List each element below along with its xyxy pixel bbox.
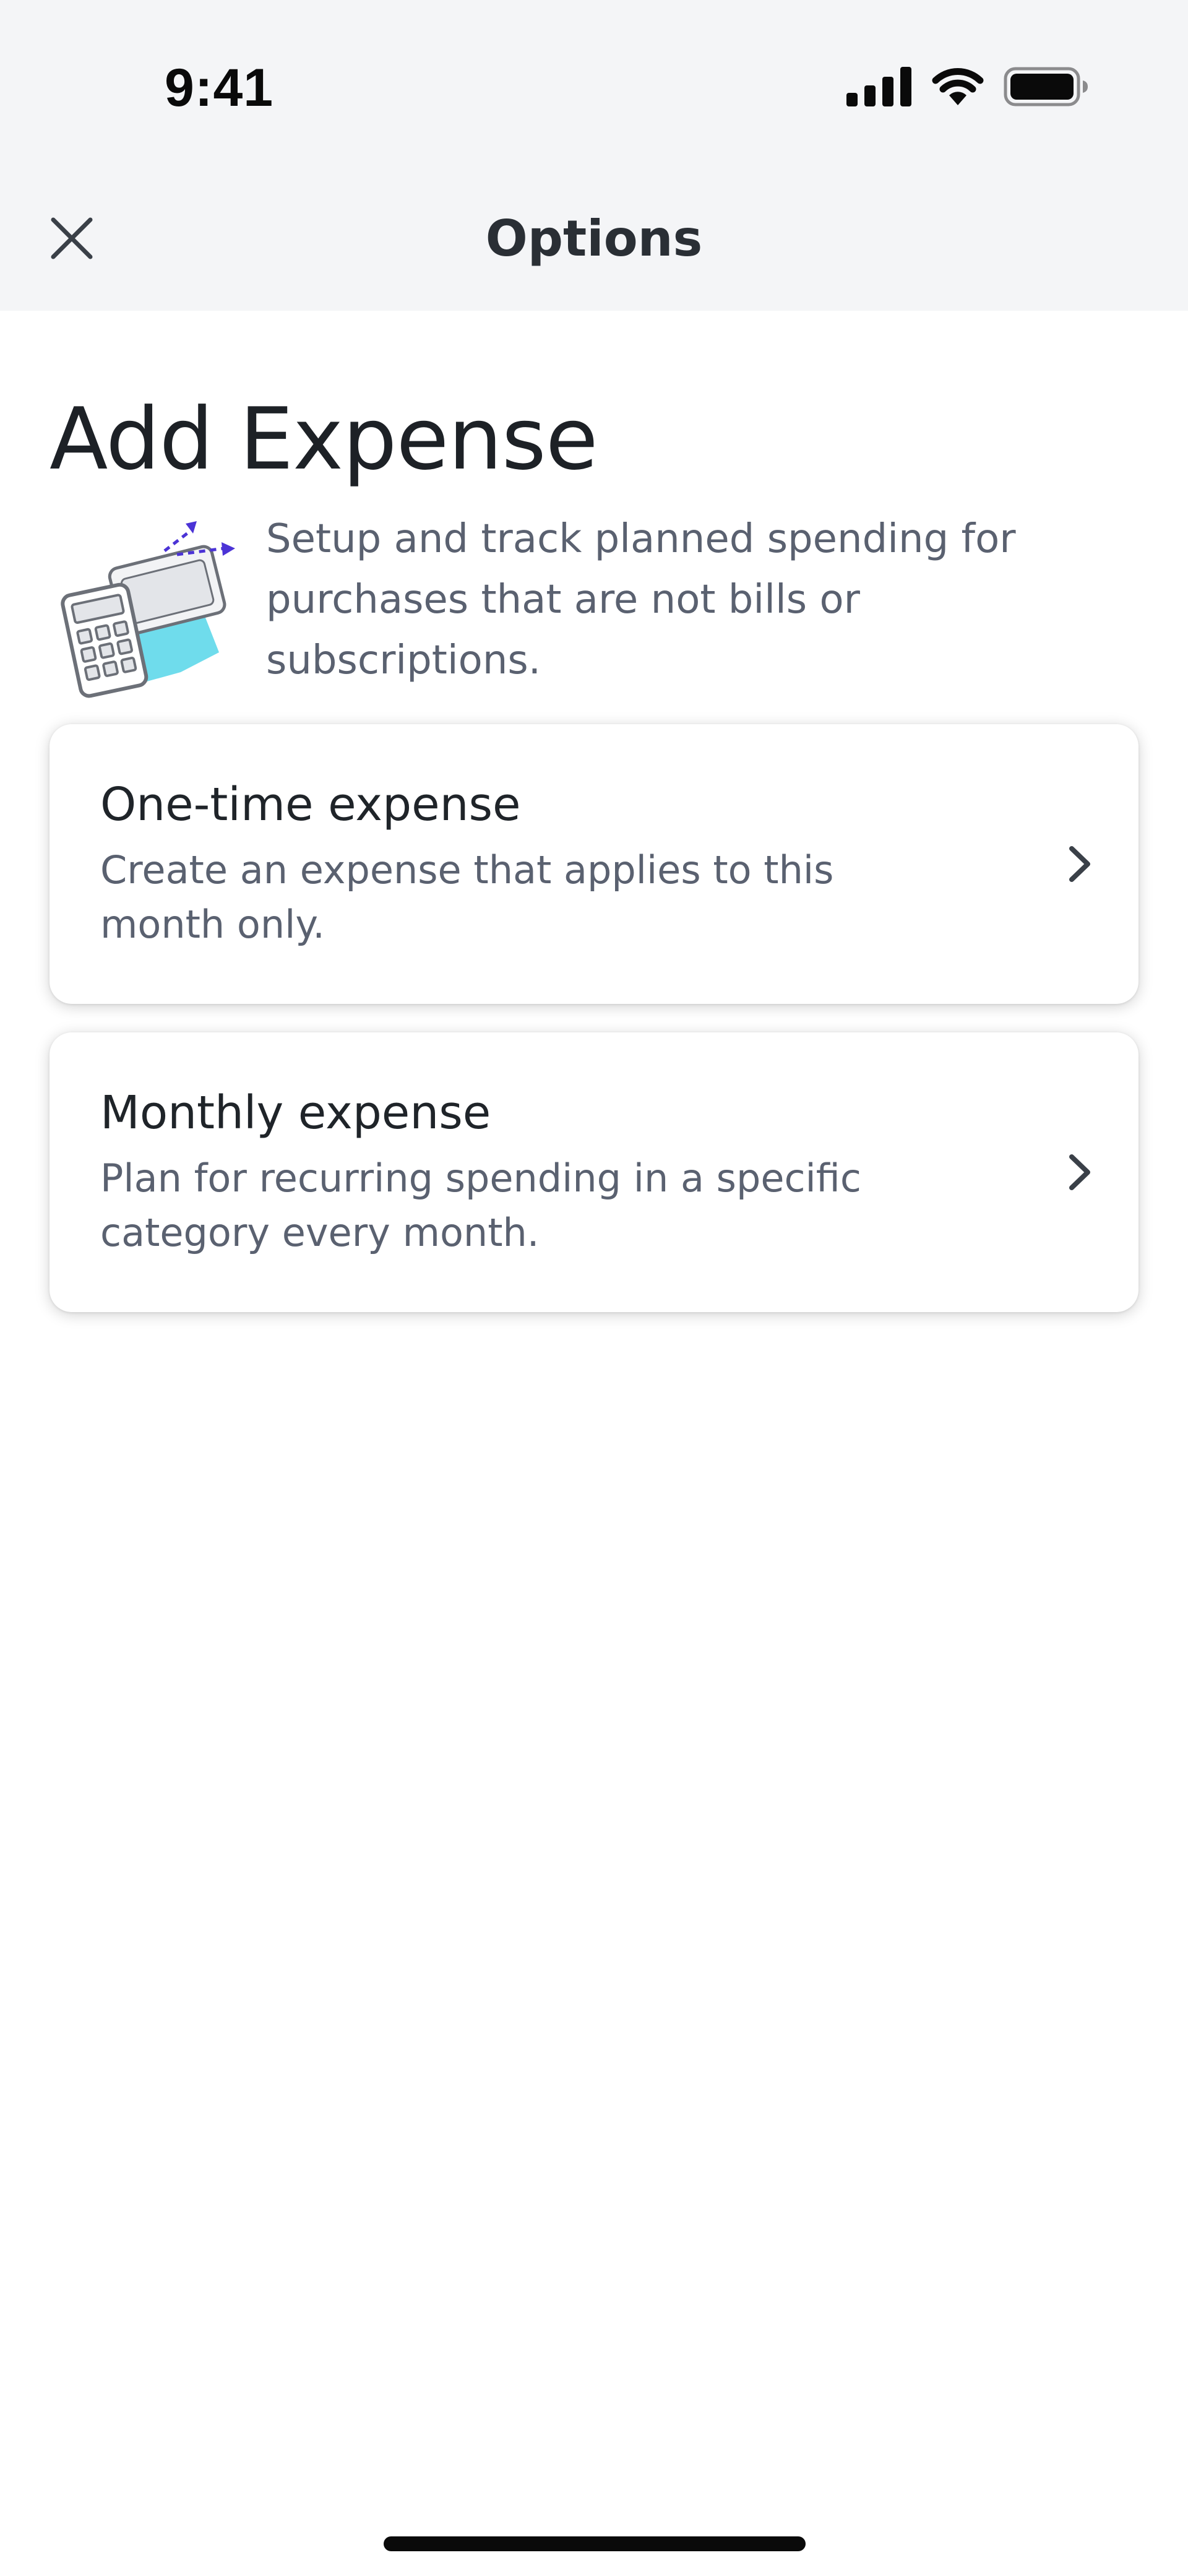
option-title: Monthly expense [100,1086,491,1139]
intro-description: Setup and track planned spending for pur… [266,516,1016,683]
header-area: 9:41 Options [0,0,1188,311]
option-description: Plan for recurring spending in a specifi… [100,1156,861,1255]
one-time-expense-option[interactable]: One-time expense Create an expense that … [50,724,1138,1004]
status-time: 9:41 [165,58,274,118]
home-indicator[interactable] [384,2536,806,2551]
chevron-right-icon [1056,1148,1105,1197]
wifi-icon [931,67,985,109]
status-icons [846,64,1089,111]
option-description: Create an expense that applies to this m… [100,847,834,947]
chevron-right-icon [1056,839,1105,889]
nav-title: Options [485,210,703,267]
calculator-wallet-illustration [59,508,245,699]
monthly-expense-option[interactable]: Monthly expense Plan for recurring spend… [50,1032,1138,1312]
battery-icon [1004,67,1089,109]
option-title: One-time expense [100,778,521,831]
cellular-signal-icon [846,67,912,109]
page-title: Add Expense [50,389,598,489]
